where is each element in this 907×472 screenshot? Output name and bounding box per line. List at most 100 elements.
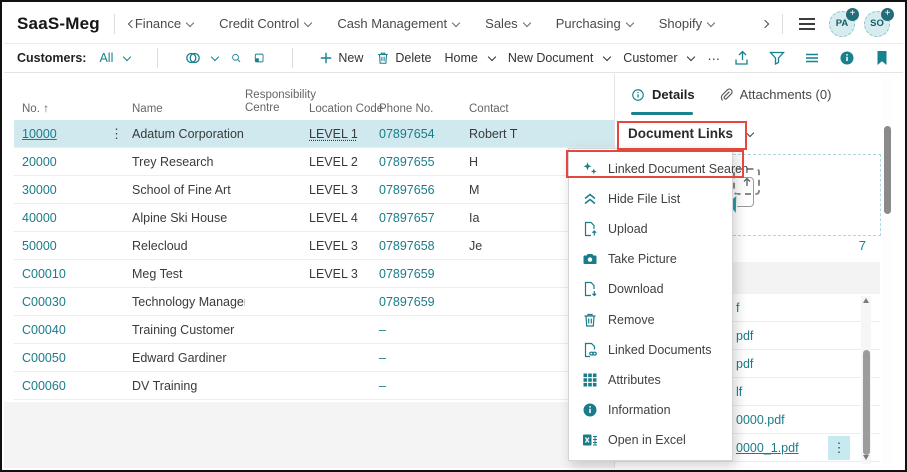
file-link[interactable]: lf <box>736 385 742 399</box>
phone-link[interactable]: 07897657 <box>379 211 469 225</box>
avatar-pa[interactable]: PA + <box>829 7 859 37</box>
table-row[interactable]: 50000 Relecloud LEVEL 3 07897658 Je <box>14 232 614 260</box>
column-header-name[interactable]: Name <box>132 103 245 115</box>
table-row[interactable]: 30000 School of Fine Art LEVEL 3 07897656 M <box>14 176 614 204</box>
customer-no-link[interactable]: 50000 <box>22 239 110 253</box>
menu-item-label: Information <box>608 403 671 418</box>
nav-forward-icon[interactable] <box>760 19 770 28</box>
contact-name: Robert T <box>469 126 518 141</box>
customer-no-link[interactable]: 10000 <box>22 127 110 141</box>
menu-item-upload[interactable]: Upload <box>569 214 732 243</box>
customer-no-link[interactable]: C00050 <box>22 351 110 365</box>
file-link[interactable]: pdf <box>736 357 753 371</box>
new-document-menu-button[interactable]: New Document <box>508 51 612 65</box>
menu-item-download[interactable]: Download <box>569 275 732 304</box>
menu-item-information[interactable]: Information <box>569 396 732 425</box>
app-title: SaaS-Meg <box>17 13 100 33</box>
menu-item-linked-documents[interactable]: Linked Documents <box>569 335 732 364</box>
customer-no-link[interactable]: 40000 <box>22 211 110 225</box>
document-links-button[interactable]: Document Links <box>628 126 755 141</box>
views-button[interactable] <box>185 50 220 66</box>
customer-menu-button[interactable]: Customer <box>623 51 696 65</box>
scrollbar-thumb[interactable] <box>883 126 891 214</box>
info-icon[interactable] <box>839 50 855 66</box>
phone-link[interactable]: – <box>379 323 469 337</box>
nav-item-sales[interactable]: Sales <box>485 16 531 31</box>
customer-no-link[interactable]: 30000 <box>22 183 110 197</box>
customer-no-link[interactable]: C00040 <box>22 323 110 337</box>
column-header-phone-no[interactable]: Phone No. <box>379 103 469 115</box>
avatar-add-badge[interactable]: + <box>881 7 894 21</box>
row-menu-icon[interactable]: ⋮ <box>110 126 132 142</box>
column-header-no[interactable]: No. ↑ <box>22 103 110 115</box>
home-menu-button[interactable]: Home <box>445 51 497 65</box>
share-icon[interactable] <box>734 50 750 66</box>
chevron-down-icon <box>706 18 716 27</box>
bookmark-icon[interactable] <box>874 50 890 66</box>
customer-no-link[interactable]: C00060 <box>22 379 110 393</box>
customer-no-link[interactable]: C00010 <box>22 267 110 281</box>
table-row[interactable]: 40000 Alpine Ski House LEVEL 4 07897657 Ia <box>14 204 614 232</box>
phone-link[interactable]: 07897658 <box>379 239 469 253</box>
chevron-down-icon <box>687 52 696 62</box>
file-link[interactable]: 0000_1.pdf <box>736 441 799 455</box>
view-filter-button[interactable]: All <box>99 51 132 65</box>
customer-name: Technology Management <box>132 294 245 309</box>
phone-link[interactable]: 07897659 <box>379 295 469 309</box>
nav-item-cash-management[interactable]: Cash Management <box>337 16 461 31</box>
file-list-scrollbar[interactable] <box>861 296 871 464</box>
nav-item-shopify[interactable]: Shopify <box>659 16 716 31</box>
menu-item-linked-document-search[interactable]: Linked Document Search <box>569 154 748 183</box>
delete-button[interactable]: Delete <box>376 51 432 65</box>
file-menu-button[interactable]: ⋮ <box>828 436 850 460</box>
menu-item-label: Upload <box>608 221 648 236</box>
table-row[interactable]: C00010 Meg Test LEVEL 3 07897659 <box>14 260 614 288</box>
search-icon[interactable] <box>231 50 241 66</box>
menu-item-remove[interactable]: Remove <box>569 305 732 334</box>
new-button[interactable]: New <box>319 51 363 65</box>
menu-item-hide-file-list[interactable]: Hide File List <box>569 184 732 213</box>
column-header-responsibility-centre[interactable]: Responsibility Centre <box>245 89 316 115</box>
scroll-down-arrow[interactable] <box>863 455 869 460</box>
filter-icon[interactable] <box>769 50 785 66</box>
file-link[interactable]: f <box>736 301 739 315</box>
menu-item-attributes[interactable]: Attributes <box>569 366 732 395</box>
customer-no-link[interactable]: 20000 <box>22 155 110 169</box>
column-header-contact[interactable]: Contact <box>469 103 614 115</box>
menu-item-take-picture[interactable]: Take Picture <box>569 245 732 274</box>
phone-link[interactable]: 07897656 <box>379 183 469 197</box>
more-options-button[interactable]: ⋯ <box>707 51 721 66</box>
scrollbar-thumb[interactable] <box>862 350 870 455</box>
phone-link[interactable]: 07897654 <box>379 127 469 141</box>
table-row[interactable]: C00040 Training Customer – <box>14 316 614 344</box>
phone-link[interactable]: 07897659 <box>379 267 469 281</box>
table-row[interactable]: C00060 DV Training – <box>14 372 614 400</box>
column-header-location-code[interactable]: Location Code <box>309 103 383 115</box>
nav-item-finance[interactable]: Finance <box>135 16 195 31</box>
panel-scrollbar[interactable] <box>882 78 892 464</box>
show-list-icon[interactable] <box>804 50 820 66</box>
tab-attachments[interactable]: Attachments (0) <box>719 87 831 102</box>
nav-item-purchasing[interactable]: Purchasing <box>556 16 634 31</box>
nav-item-credit-control[interactable]: Credit Control <box>219 16 313 31</box>
table-row[interactable]: 10000 ⋮ Adatum Corporation LEVEL 1 07897654 R… <box>14 120 614 148</box>
phone-link[interactable]: – <box>379 379 469 393</box>
phone-link[interactable]: 07897655 <box>379 155 469 169</box>
file-count: 7 <box>858 238 866 253</box>
phone-link[interactable]: – <box>379 351 469 365</box>
customer-no-link[interactable]: C00030 <box>22 295 110 309</box>
chevron-down-icon <box>522 18 531 27</box>
file-link[interactable]: pdf <box>736 329 753 343</box>
avatar-so[interactable]: SO + <box>864 7 894 37</box>
scroll-up-arrow[interactable] <box>863 298 869 303</box>
table-row[interactable]: 20000 Trey Research LEVEL 2 07897655 H <box>14 148 614 176</box>
file-link[interactable]: 0000.pdf <box>736 413 785 427</box>
focus-mode-icon[interactable] <box>254 50 264 66</box>
tab-details[interactable]: Details <box>631 87 695 102</box>
table-row[interactable]: C00050 Edward Gardiner – <box>14 344 614 372</box>
table-row[interactable]: C00030 Technology Management 07897659 <box>14 288 614 316</box>
avatar-add-badge[interactable]: + <box>846 7 859 21</box>
hamburger-menu-icon[interactable] <box>799 22 815 25</box>
linked-document-icon <box>582 342 598 358</box>
menu-item-open-in-excel[interactable]: Open in Excel <box>569 426 732 455</box>
